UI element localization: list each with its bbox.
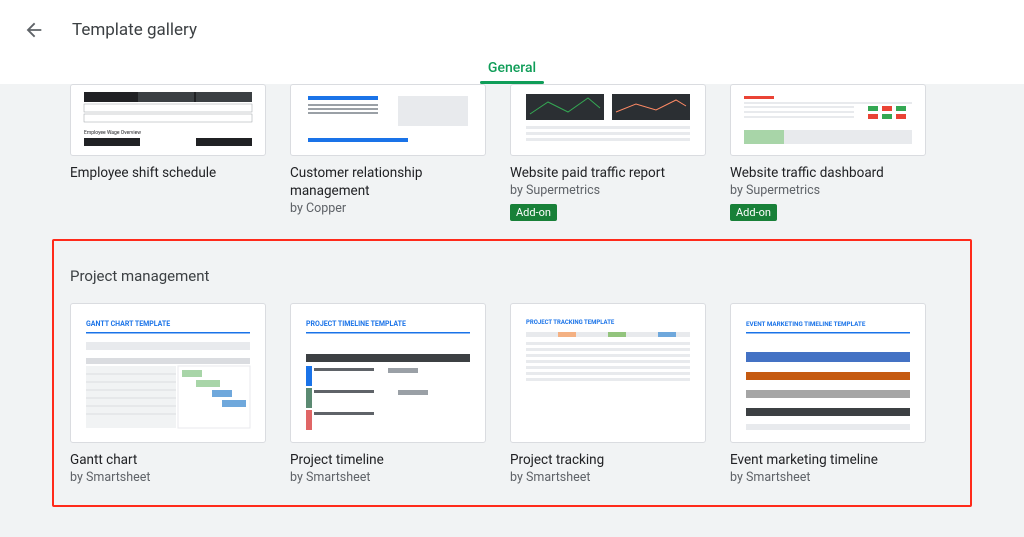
template-title: Project tracking [510,451,706,469]
template-card[interactable]: Employee Wage Overview Employee shift sc… [70,84,266,221]
arrow-left-icon [23,19,45,41]
svg-text:EVENT MARKETING TIMELINE TEMPL: EVENT MARKETING TIMELINE TEMPLATE [746,320,866,328]
thumbnail-art [518,90,698,150]
gallery: Employee Wage Overview Employee shift sc… [0,84,1024,537]
template-author: by Smartsheet [290,470,486,485]
section-title: Project management [70,241,954,303]
template-author: by Supermetrics [730,183,926,198]
svg-text:GANTT CHART TEMPLATE: GANTT CHART TEMPLATE [86,320,170,328]
template-title: Project timeline [290,451,486,469]
back-button[interactable] [20,16,48,44]
template-card[interactable]: EVENT MARKETING TIMELINE TEMPLATE Event … [730,303,926,485]
svg-text:PROJECT TIMELINE TEMPLATE: PROJECT TIMELINE TEMPLATE [306,320,406,328]
svg-text:PROJECT TRACKING TEMPLATE: PROJECT TRACKING TEMPLATE [526,319,615,326]
addon-badge: Add-on [730,204,777,221]
tab-general[interactable]: General [472,60,552,84]
template-title: Website paid traffic report [510,164,706,182]
template-thumbnail: EVENT MARKETING TIMELINE TEMPLATE [730,303,926,443]
template-thumbnail [730,84,926,156]
thumbnail-art [298,90,478,150]
thumbnail-art: GANTT CHART TEMPLATE [78,310,258,436]
template-title: Customer relationship management [290,164,486,200]
page-title: Template gallery [72,20,197,40]
template-thumbnail: PROJECT TIMELINE TEMPLATE [290,303,486,443]
thumbnail-art: PROJECT TIMELINE TEMPLATE [298,310,478,436]
template-author: by Supermetrics [510,183,706,198]
template-author: by Smartsheet [730,470,926,485]
template-thumbnail: GANTT CHART TEMPLATE [70,303,266,443]
template-author: by Smartsheet [510,470,706,485]
tab-bar: General [0,60,1024,84]
template-author: by Smartsheet [70,470,266,485]
header-bar: Template gallery [0,0,1024,60]
template-title: Event marketing timeline [730,451,926,469]
template-row: GANTT CHART TEMPLATE [70,303,954,485]
template-row: Employee Wage Overview Employee shift sc… [70,84,954,221]
template-thumbnail: Employee Wage Overview [70,84,266,156]
project-management-section-highlight: Project management GANTT CHART TEMPLATE [52,239,972,507]
template-card[interactable]: PROJECT TIMELINE TEMPLATE Project timeli… [290,303,486,485]
addon-badge: Add-on [510,204,557,221]
template-title: Website traffic dashboard [730,164,926,182]
thumbnail-art: Employee Wage Overview [78,90,258,150]
svg-text:Employee Wage Overview: Employee Wage Overview [84,130,141,136]
thumbnail-art: EVENT MARKETING TIMELINE TEMPLATE [738,310,918,436]
template-card[interactable]: Website paid traffic report by Supermetr… [510,84,706,221]
template-title: Gantt chart [70,451,266,469]
template-thumbnail: PROJECT TRACKING TEMPLATE [510,303,706,443]
template-thumbnail [290,84,486,156]
thumbnail-art [738,90,918,150]
template-card[interactable]: GANTT CHART TEMPLATE [70,303,266,485]
thumbnail-art: PROJECT TRACKING TEMPLATE [518,310,698,436]
template-author: by Copper [290,201,486,216]
template-card[interactable]: Website traffic dashboard by Supermetric… [730,84,926,221]
template-card[interactable]: Customer relationship management by Copp… [290,84,486,221]
template-title: Employee shift schedule [70,164,266,182]
template-thumbnail [510,84,706,156]
template-card[interactable]: PROJECT TRACKING TEMPLATE Project [510,303,706,485]
